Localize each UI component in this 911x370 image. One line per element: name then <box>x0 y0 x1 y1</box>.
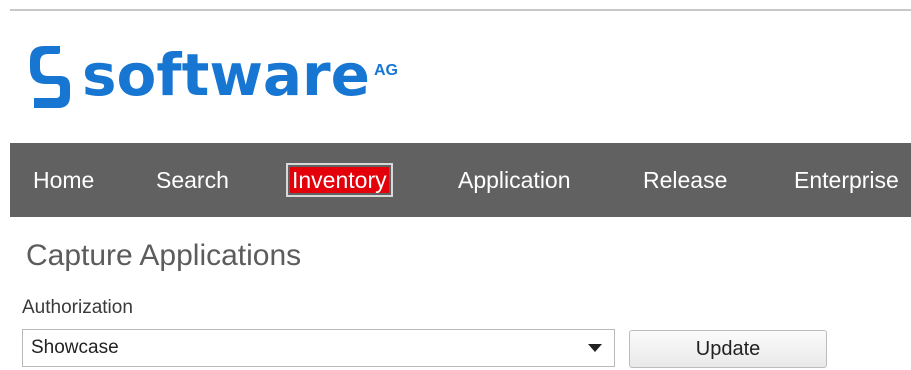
nav-item-release[interactable]: Release <box>643 167 727 193</box>
nav-item-search[interactable]: Search <box>156 167 229 193</box>
logo-wordmark: software <box>82 41 370 109</box>
nav-item-application[interactable]: Application <box>458 167 571 193</box>
authorization-select[interactable]: Showcase <box>22 329 615 367</box>
nav-item-home[interactable]: Home <box>33 167 94 193</box>
software-ag-logo: software AG <box>30 44 398 114</box>
nav-item-inventory[interactable]: Inventory <box>286 163 393 197</box>
page-title: Capture Applications <box>26 239 302 272</box>
update-button[interactable]: Update <box>629 330 827 368</box>
logo-ag-suffix: AG <box>374 62 398 79</box>
authorization-label: Authorization <box>22 297 133 318</box>
nav-item-enterprise[interactable]: Enterprise <box>794 167 899 193</box>
main-navigation-bar: Home Search Inventory Application Releas… <box>10 143 911 217</box>
software-ag-s-icon <box>30 46 70 108</box>
chevron-down-icon <box>588 344 602 352</box>
top-divider <box>10 9 911 11</box>
authorization-selected-value: Showcase <box>31 337 119 358</box>
